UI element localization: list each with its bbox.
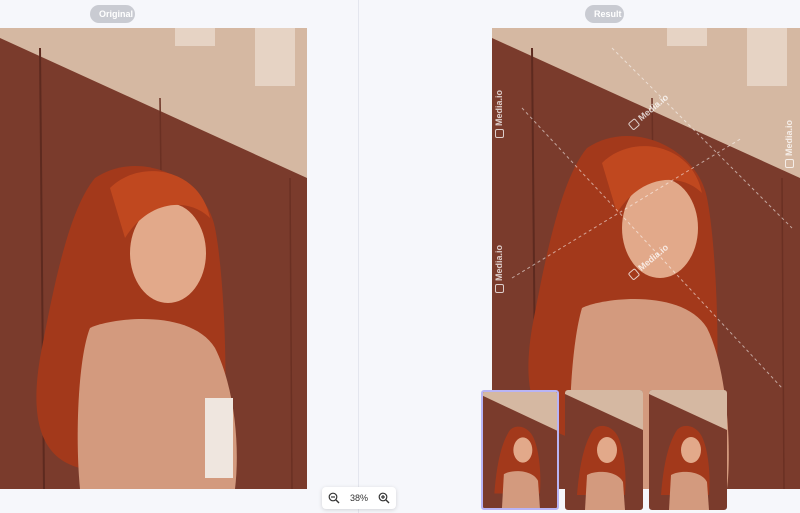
watermark: Media.io (784, 120, 794, 168)
zoom-control: 38% (322, 487, 396, 509)
result-label: Result (585, 5, 624, 23)
watermark: Media.io (494, 90, 504, 138)
zoom-in-icon (378, 492, 390, 504)
zoom-out-button[interactable] (327, 491, 341, 505)
zoom-in-button[interactable] (377, 491, 391, 505)
thumbnail-2[interactable] (565, 390, 643, 510)
original-label: Original (90, 5, 135, 23)
watermark: Media.io (494, 245, 504, 293)
watermark-logo-icon (784, 159, 794, 168)
watermark-logo-icon (494, 284, 504, 293)
thumbnail-1[interactable] (481, 390, 559, 510)
thumbnail-3[interactable] (649, 390, 727, 510)
zoom-level: 38% (349, 493, 368, 503)
zoom-out-icon (328, 492, 340, 504)
original-image (0, 28, 307, 489)
watermark-logo-icon (494, 129, 504, 138)
